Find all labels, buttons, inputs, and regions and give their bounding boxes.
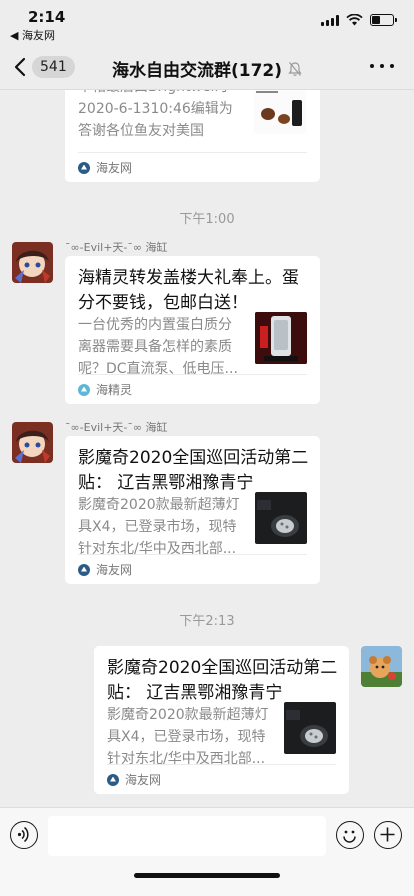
battery-icon [370,14,397,26]
card-source: 海友网 [107,764,336,794]
chat-title-bar: 海水自由交流群(172) [0,56,414,81]
card-title: 影魔奇2020全国巡回活动第二贴： 辽吉黑鄂湘豫青宁 [78,448,309,493]
card-title: 海精灵转发盖楼大礼奉上。蛋分不要钱，包邮白送！ [78,268,299,313]
smiley-icon [343,830,356,843]
card-title: 影魔奇2020全国巡回活动第二贴： 辽吉黑鄂湘豫青宁 [107,658,338,703]
card-thumbnail [284,702,336,754]
haijingling-logo-icon [78,383,90,396]
card-source: 海精灵 [78,374,307,404]
battery-level [372,16,380,24]
haiyouwang-logo-icon [78,563,90,576]
haiyouwang-logo-icon [78,161,90,174]
link-card-message[interactable]: 海精灵转发盖楼大礼奉上。蛋分不要钱，包邮白送！ 一台优秀的内置蛋白质分离器需要具… [65,256,320,404]
more-dot-icon [380,64,384,68]
card-description: 一台优秀的内置蛋白质分离器需要具备怎样的素质呢？DC直流泵、低电压... [78,317,238,377]
card-source-name: 海友网 [125,773,162,787]
sender-name: ˉ∞-Evil+天-ˉ∞ 海缸 [65,241,168,254]
card-description: 本帖最后由Brightwell于2020-6-1310:46编辑为答谢各位鱼友对… [78,90,233,139]
mute-bell-icon [288,61,302,76]
time-divider: 下午1:00 [179,212,235,227]
cellular-signal-icon [321,14,339,26]
emoji-button[interactable] [336,821,364,849]
input-bar [0,807,414,896]
status-time: 2:14 [28,8,66,26]
link-card-message[interactable]: 影魔奇2020全国巡回活动第二贴： 辽吉黑鄂湘豫青宁 影魔奇2020款最新超薄灯… [94,646,349,794]
status-bar: 2:14 ◀ 海友网 [0,0,414,44]
card-source: 海友网 [78,152,307,182]
card-thumbnail [254,90,306,134]
sender-avatar[interactable] [12,242,53,283]
voice-input-button[interactable] [10,821,38,849]
voice-icon [17,826,29,843]
chat-title: 海水自由交流群(172) [111,61,283,81]
status-icons [321,14,397,26]
card-source-name: 海友网 [96,161,133,175]
chat-message-list[interactable]: 本帖最后由Brightwell于2020-6-1310:46编辑为答谢各位鱼友对… [0,90,414,807]
card-description: 影魔奇2020款最新超薄灯具X4，已登录市场，现特针对东北/华中及西北部... [78,497,240,557]
card-description: 影魔奇2020款最新超薄灯具X4，已登录市场，现特针对东北/华中及西北部... [107,707,269,767]
card-source-name: 海友网 [96,563,133,577]
back-to-app-link[interactable]: ◀ 海友网 [10,27,55,43]
link-card-message[interactable]: 影魔奇2020全国巡回活动第二贴： 辽吉黑鄂湘豫青宁 影魔奇2020款最新超薄灯… [65,436,320,584]
more-functions-button[interactable] [374,821,402,849]
message-input[interactable] [48,816,326,856]
card-source-name: 海精灵 [96,383,133,397]
card-source: 海友网 [78,554,307,584]
card-thumbnail [255,312,307,364]
more-dot-icon [370,64,374,68]
my-avatar[interactable] [361,646,402,687]
haiyouwang-logo-icon [107,773,119,786]
plus-icon [380,827,395,842]
wifi-icon [346,14,363,26]
more-dot-icon [390,64,394,68]
sender-name: ˉ∞-Evil+天-ˉ∞ 海缸 [65,421,168,434]
link-card-message[interactable]: 本帖最后由Brightwell于2020-6-1310:46编辑为答谢各位鱼友对… [65,90,320,182]
more-options-button[interactable] [370,56,394,76]
sender-avatar[interactable] [12,422,53,463]
card-thumbnail [255,492,307,544]
chat-header: 541 海水自由交流群(172) [0,44,414,90]
home-indicator [134,873,280,878]
time-divider: 下午2:13 [179,614,235,629]
